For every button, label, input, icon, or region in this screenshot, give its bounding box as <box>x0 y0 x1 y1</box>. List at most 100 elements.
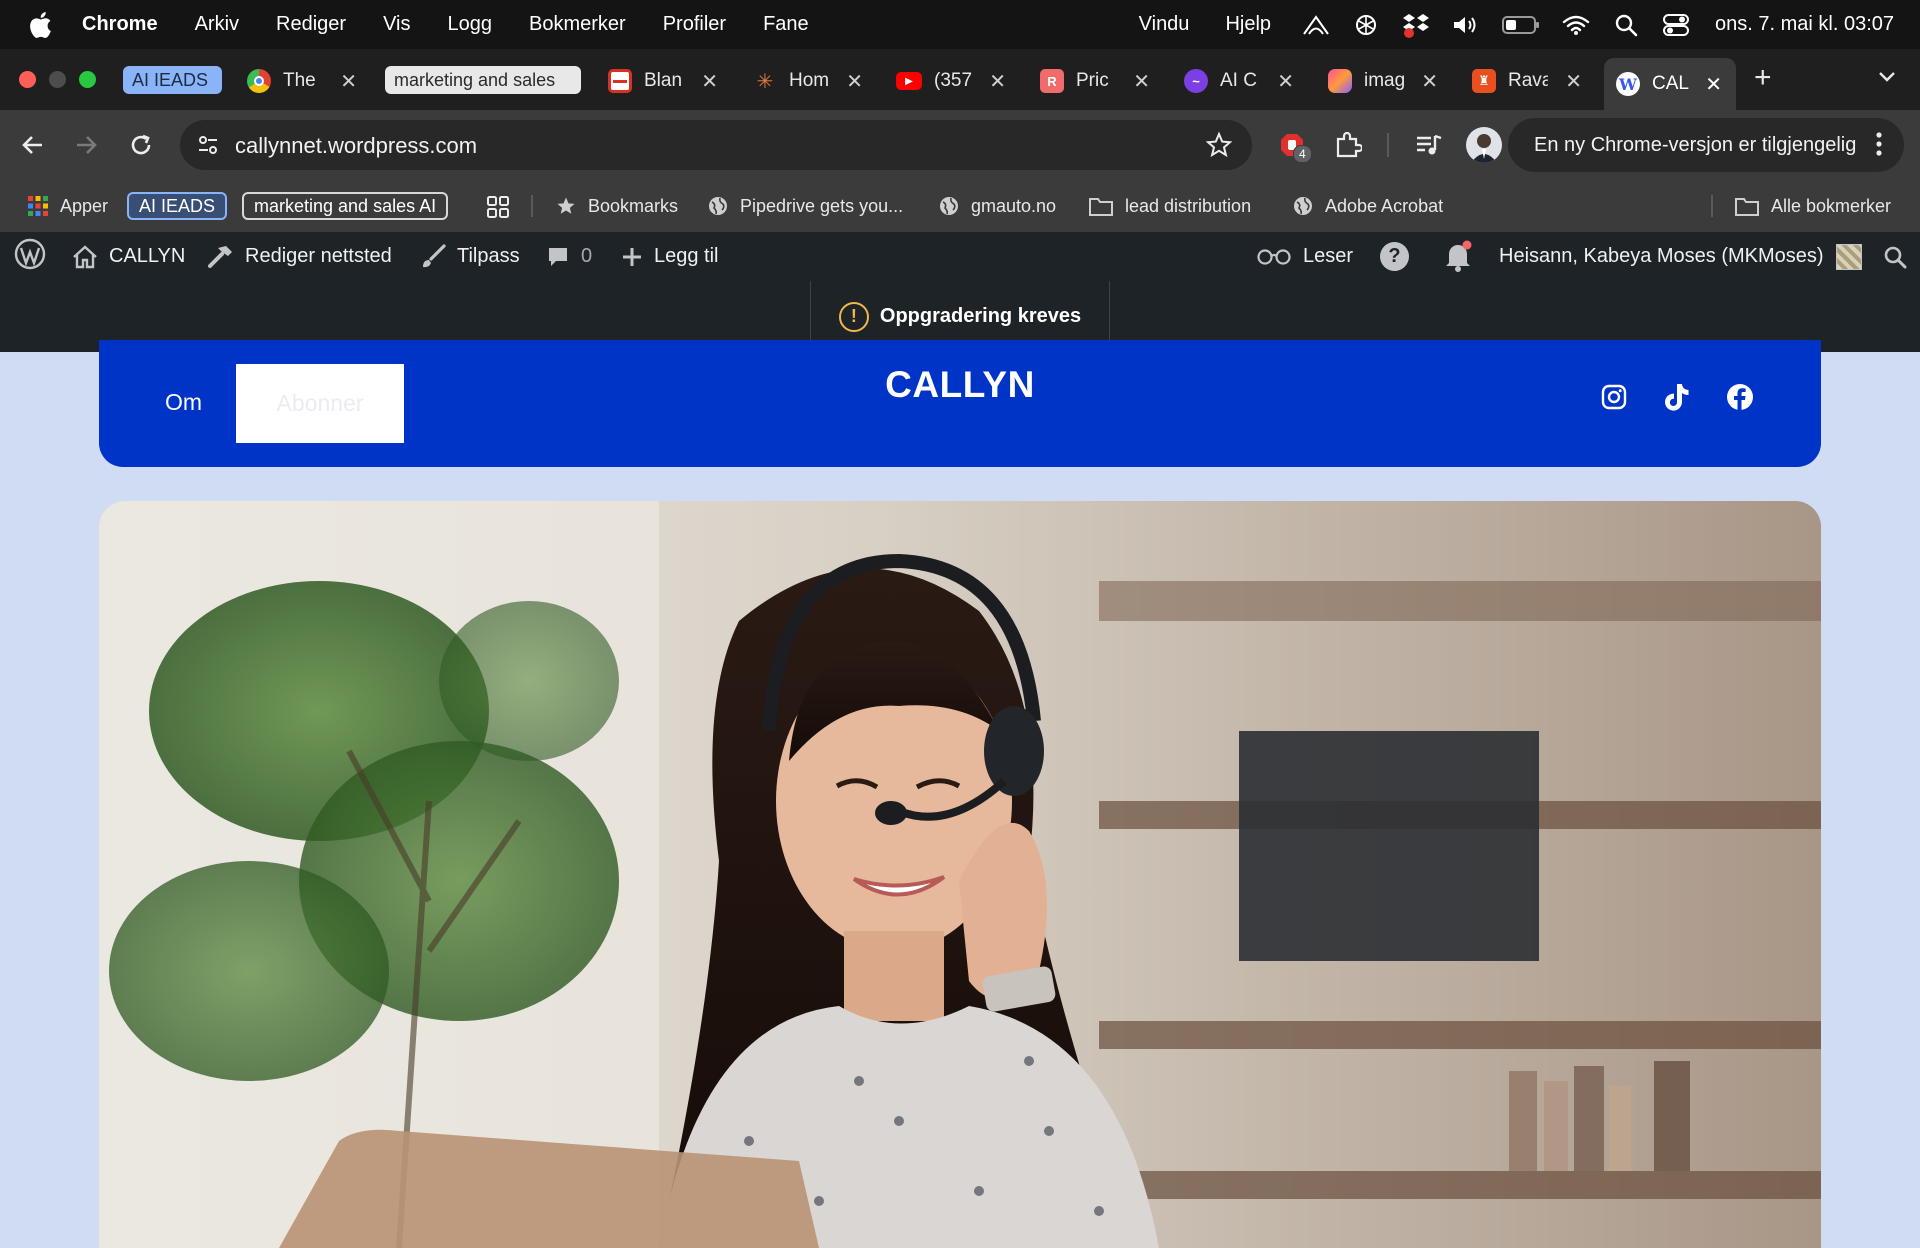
bookmark-apps[interactable]: Apper <box>28 180 108 232</box>
tab-groups-grid-icon[interactable] <box>487 196 509 223</box>
chatgpt-icon[interactable] <box>1351 10 1381 40</box>
control-center-icon[interactable] <box>1661 10 1691 40</box>
bookmark-group-ai-ieads[interactable]: AI IEADS <box>127 192 228 220</box>
tab-youtube[interactable]: ▶ (357 ✕ <box>896 61 1006 101</box>
facebook-icon[interactable] <box>1725 382 1755 412</box>
hammer-icon <box>206 244 234 270</box>
close-icon[interactable]: ✕ <box>989 69 1006 94</box>
bookmark-star-icon[interactable] <box>1205 131 1233 163</box>
bookmark-pipedrive[interactable]: Pipedrive gets you... <box>708 180 903 232</box>
forward-button[interactable] <box>70 129 102 161</box>
volume-icon[interactable] <box>1451 10 1481 40</box>
close-icon[interactable]: ✕ <box>1705 72 1722 97</box>
back-button[interactable] <box>17 129 49 161</box>
tab-pric[interactable]: R Pric ✕ <box>1040 61 1150 101</box>
close-icon[interactable]: ✕ <box>1421 69 1438 94</box>
close-icon[interactable]: ✕ <box>1277 69 1294 94</box>
wp-comments[interactable]: 0 <box>546 232 592 281</box>
arc-icon[interactable] <box>1301 10 1331 40</box>
menu-logg[interactable]: Logg <box>448 13 493 36</box>
notifications-bell-icon[interactable] <box>1443 240 1473 278</box>
instagram-icon[interactable] <box>1599 382 1629 412</box>
site-info-icon[interactable] <box>194 131 222 159</box>
wp-customize-label: Tilpass <box>457 245 520 267</box>
wp-edit-site[interactable]: Rediger nettsted <box>206 232 392 281</box>
chrome-update-button[interactable]: En ny Chrome-versjon er tilgjengelig <box>1508 118 1904 172</box>
tab-group-marketing-and-sales[interactable]: marketing and sales <box>385 66 581 94</box>
wp-site-name[interactable]: CALLYN <box>72 232 185 281</box>
folder-icon <box>1735 196 1759 216</box>
zoom-window-button[interactable] <box>79 71 96 88</box>
tiktok-icon[interactable] <box>1662 382 1692 412</box>
bookmark-group-marketing-and-sales-ai[interactable]: marketing and sales AI <box>242 192 449 220</box>
new-tab-icon[interactable]: + <box>1754 61 1772 95</box>
wp-search-icon[interactable] <box>1883 245 1907 275</box>
menu-vis[interactable]: Vis <box>383 13 410 36</box>
bookmark-label: Apper <box>60 195 109 216</box>
menubar-clock[interactable]: ons. 7. mai kl. 03:07 <box>1715 13 1894 36</box>
tab-cal-active[interactable]: W CAL ✕ <box>1604 58 1736 110</box>
wp-add-new[interactable]: Legg til <box>621 232 719 281</box>
tab-imag[interactable]: imag ✕ <box>1328 61 1438 101</box>
apple-icon[interactable] <box>28 11 66 39</box>
url-text[interactable]: callynnet.wordpress.com <box>235 133 477 159</box>
bookmark-gmauto[interactable]: gmauto.no <box>939 180 1056 232</box>
menu-app-name[interactable]: Chrome <box>82 13 158 36</box>
menu-hjelp[interactable]: Hjelp <box>1225 13 1271 36</box>
menu-rediger[interactable]: Rediger <box>276 13 346 36</box>
wp-edit-site-label: Rediger nettsted <box>245 245 392 267</box>
address-bar[interactable]: callynnet.wordpress.com <box>180 120 1252 170</box>
battery-icon[interactable] <box>1501 10 1541 40</box>
wp-customize[interactable]: Tilpass <box>420 232 520 281</box>
extension-adblock-icon[interactable]: 4 <box>1279 131 1312 163</box>
site-title[interactable]: CALLYN <box>99 364 1821 406</box>
menu-arkiv[interactable]: Arkiv <box>195 13 239 36</box>
ai-icon: ~ <box>1184 69 1208 93</box>
close-icon[interactable]: ✕ <box>340 69 357 94</box>
extensions-puzzle-icon[interactable] <box>1334 131 1364 164</box>
close-icon[interactable]: ✕ <box>1565 69 1582 94</box>
tab-group-ai-ieads[interactable]: AI IEADS <box>123 66 222 94</box>
reader-glasses-icon <box>1256 248 1292 266</box>
tab-blan[interactable]: Blan ✕ <box>608 61 718 101</box>
tab-ai-c[interactable]: ~ AI C ✕ <box>1184 61 1294 101</box>
tab-hom[interactable]: ✳ Hom ✕ <box>753 61 863 101</box>
bookmark-adobe-acrobat[interactable]: Adobe Acrobat <box>1293 180 1443 232</box>
wifi-icon[interactable] <box>1561 10 1591 40</box>
tab-the[interactable]: The ✕ <box>247 61 357 101</box>
plus-icon <box>621 246 643 268</box>
bookmark-bookmarks[interactable]: Bookmarks <box>556 180 678 232</box>
reload-button[interactable] <box>125 129 157 161</box>
wp-reader[interactable]: Leser <box>1256 232 1353 281</box>
minimize-window-button[interactable] <box>49 71 66 88</box>
menu-fane[interactable]: Fane <box>763 13 809 36</box>
media-control-icon[interactable] <box>1415 132 1443 163</box>
toolbar-divider <box>1387 133 1389 157</box>
help-icon[interactable]: ? <box>1380 242 1409 271</box>
close-window-button[interactable] <box>19 71 36 88</box>
tab-search-chevron-icon[interactable] <box>1878 69 1896 87</box>
menu-vindu[interactable]: Vindu <box>1139 13 1190 36</box>
tab-rava[interactable]: ♜ Rava ✕ <box>1472 61 1582 101</box>
wp-site-label: CALLYN <box>109 245 186 267</box>
profile-avatar[interactable] <box>1466 127 1502 163</box>
tab-title: Pric <box>1076 70 1109 91</box>
wp-account-menu[interactable]: Heisann, Kabeya Moses (MKMoses) <box>1499 232 1862 281</box>
wordpress-admin-bar: CALLYN Rediger nettsted Tilpass 0 Legg t… <box>0 232 1920 281</box>
menu-profiler[interactable]: Profiler <box>663 13 726 36</box>
wp-logo-menu[interactable] <box>14 232 46 281</box>
bookmark-lead-distribution[interactable]: lead distribution <box>1089 180 1251 232</box>
bookmark-all-bookmarks[interactable]: Alle bokmerker <box>1735 180 1891 232</box>
close-icon[interactable]: ✕ <box>701 69 718 94</box>
dropbox-icon[interactable] <box>1401 10 1431 40</box>
more-menu-icon[interactable] <box>1876 132 1882 162</box>
pricing-icon: R <box>1040 69 1064 93</box>
home-icon <box>72 244 98 269</box>
tab-title: CAL <box>1652 73 1689 94</box>
close-icon[interactable]: ✕ <box>1133 69 1150 94</box>
spotlight-search-icon[interactable] <box>1611 10 1641 40</box>
menu-bokmerker[interactable]: Bokmerker <box>529 13 626 36</box>
globe-icon <box>939 196 959 216</box>
user-avatar <box>1835 243 1862 270</box>
close-icon[interactable]: ✕ <box>846 69 863 94</box>
